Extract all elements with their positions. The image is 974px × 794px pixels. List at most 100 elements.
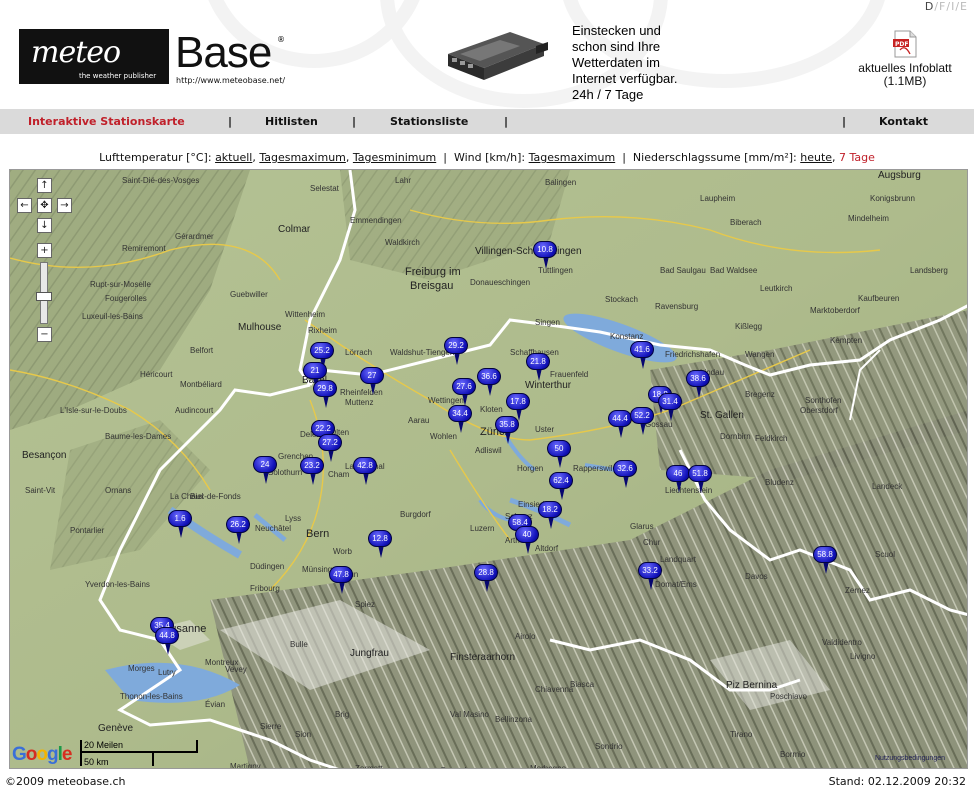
station-marker[interactable]: 58.8 — [813, 546, 837, 576]
map-place-label: Sierre — [260, 722, 282, 731]
station-marker[interactable]: 46 — [666, 465, 690, 495]
site-header: D/F/I/E meteo the weather publisher Base… — [0, 0, 974, 108]
lang-d[interactable]: D — [925, 0, 934, 13]
station-marker-value: 23.2 — [300, 457, 324, 474]
station-marker[interactable]: 41.6 — [630, 341, 654, 371]
station-marker[interactable]: 23.2 — [300, 457, 324, 487]
station-marker[interactable]: 33.2 — [638, 562, 662, 592]
scale-tick — [80, 753, 82, 766]
lang-f[interactable]: F — [939, 0, 946, 13]
pan-right-button[interactable]: → — [57, 198, 72, 213]
nav-stationsliste[interactable]: Stationsliste — [390, 115, 468, 128]
station-marker-value: 36.6 — [477, 368, 501, 385]
precip-7-tage-selected[interactable]: 7 Tage — [839, 151, 875, 164]
station-marker-value: 34.4 — [448, 405, 472, 422]
map-place-label: Lahr — [395, 176, 412, 185]
map-place-label: Friedrichshafen — [665, 350, 721, 359]
station-marker[interactable]: 34.4 — [448, 405, 472, 435]
scale-tick — [152, 753, 154, 766]
station-marker[interactable]: 1.6 — [168, 510, 192, 540]
temp-tagesmaximum-link[interactable]: Tagesmaximum — [259, 151, 346, 164]
promo-line: 24h / 7 Tage — [572, 87, 644, 102]
station-marker-value: 24 — [253, 456, 277, 473]
station-marker[interactable]: 40 — [515, 526, 539, 556]
nav-hitlisten[interactable]: Hitlisten — [265, 115, 318, 128]
nav-interaktive-stationskarte[interactable]: Interaktive Stationskarte — [28, 115, 185, 128]
station-marker-value: 35.8 — [495, 416, 519, 433]
station-marker[interactable]: 44.8 — [155, 627, 179, 657]
station-map[interactable]: Augsburg Saint-Dié-des-Vosges Lahr Selestat… — [9, 169, 968, 769]
station-marker[interactable]: 28.8 — [474, 564, 498, 594]
zoom-out-button[interactable]: − — [37, 327, 52, 342]
precip-heute-link[interactable]: heute — [800, 151, 832, 164]
station-marker[interactable]: 35.8 — [495, 416, 519, 446]
station-marker-value: 28.8 — [474, 564, 498, 581]
map-place-label: Breisgau — [410, 280, 454, 292]
station-marker[interactable]: 44.4 — [608, 410, 632, 440]
station-marker[interactable]: 21.8 — [526, 353, 550, 383]
station-marker[interactable]: 36.6 — [477, 368, 501, 398]
station-marker[interactable]: 52.2 — [630, 407, 654, 437]
station-marker[interactable]: 38.6 — [686, 370, 710, 400]
station-marker[interactable]: 29.8 — [313, 380, 337, 410]
infoblatt-link[interactable]: PDF aktuelles Infoblatt (1.1MB) — [845, 30, 965, 88]
promo-line: Wetterdaten im — [572, 55, 660, 70]
map-place-label: Zernez — [845, 586, 870, 595]
station-marker[interactable]: 24 — [253, 456, 277, 486]
zoom-in-button[interactable]: + — [37, 243, 52, 258]
zoom-slider-handle[interactable] — [36, 291, 52, 301]
map-place-label: Worb — [333, 547, 352, 556]
infoblatt-size: (1.1MB) — [883, 74, 927, 88]
pan-left-button[interactable]: ← — [17, 198, 32, 213]
station-marker[interactable]: 50 — [547, 440, 571, 470]
map-place-label: Brig — [335, 710, 350, 719]
promo-line: Einstecken und — [572, 23, 661, 38]
google-logo-letter: e — [61, 744, 73, 765]
logo-base-text: Base — [175, 28, 272, 77]
map-place-label: Luxeuil-les-Bains — [82, 312, 143, 321]
map-place-label: Gérardmer — [175, 232, 214, 241]
lang-e[interactable]: E — [960, 0, 968, 13]
wind-tagesmaximum-link[interactable]: Tagesmaximum — [529, 151, 616, 164]
station-marker[interactable]: 47.8 — [329, 566, 353, 596]
map-place-label: Freiburg im — [405, 266, 461, 278]
station-marker[interactable]: 27.6 — [452, 378, 476, 408]
temp-tagesminimum-link[interactable]: Tagesminimum — [353, 151, 436, 164]
footer-timestamp: Stand: 02.12.2009 20:32 — [828, 775, 966, 788]
station-marker-value: 1.6 — [168, 510, 192, 527]
map-place-label: Balingen — [545, 178, 577, 187]
station-marker-value: 44.8 — [155, 627, 179, 644]
station-marker[interactable]: 10.8 — [533, 241, 557, 271]
station-marker[interactable]: 18.2 — [538, 501, 562, 531]
meteo-logo[interactable]: meteo the weather publisher — [19, 29, 169, 84]
station-marker[interactable]: 51.8 — [688, 465, 712, 495]
nav-separator: | — [228, 115, 233, 128]
google-logo[interactable]: Google — [12, 744, 73, 766]
station-marker[interactable]: 27 — [360, 367, 384, 397]
station-marker[interactable]: 62.4 — [549, 472, 573, 502]
lang-i[interactable]: I — [951, 0, 955, 13]
pan-down-button[interactable]: ↓ — [37, 218, 52, 233]
map-place-label: Kißlegg — [735, 322, 763, 331]
nav-kontakt[interactable]: Kontakt — [879, 115, 928, 128]
pan-up-button[interactable]: ↑ — [37, 178, 52, 193]
station-marker-value: 26.2 — [226, 516, 250, 533]
station-marker[interactable]: 42.8 — [353, 457, 377, 487]
station-marker[interactable]: 29.2 — [444, 337, 468, 367]
map-place-label: Wangen — [745, 350, 775, 359]
temp-aktuell-link[interactable]: aktuell — [215, 151, 252, 164]
svg-text:PDF: PDF — [895, 41, 908, 48]
station-marker-value: 41.6 — [630, 341, 654, 358]
scale-km: 50 km — [84, 757, 109, 767]
station-marker[interactable]: 26.2 — [226, 516, 250, 546]
station-marker[interactable]: 31.4 — [658, 393, 682, 423]
station-marker-value: 27.6 — [452, 378, 476, 395]
map-place-label: Finsteraarhorn — [450, 652, 516, 663]
station-marker-value: 29.8 — [313, 380, 337, 397]
map-terms-link[interactable]: Nutzungsbedingungen — [875, 755, 945, 762]
map-place-label: Bad Saulgau — [660, 266, 706, 275]
station-marker[interactable]: 12.8 — [368, 530, 392, 560]
pan-center-button[interactable]: ✥ — [37, 198, 52, 213]
map-place-label: Spiez — [355, 600, 376, 609]
station-marker[interactable]: 32.6 — [613, 460, 637, 490]
